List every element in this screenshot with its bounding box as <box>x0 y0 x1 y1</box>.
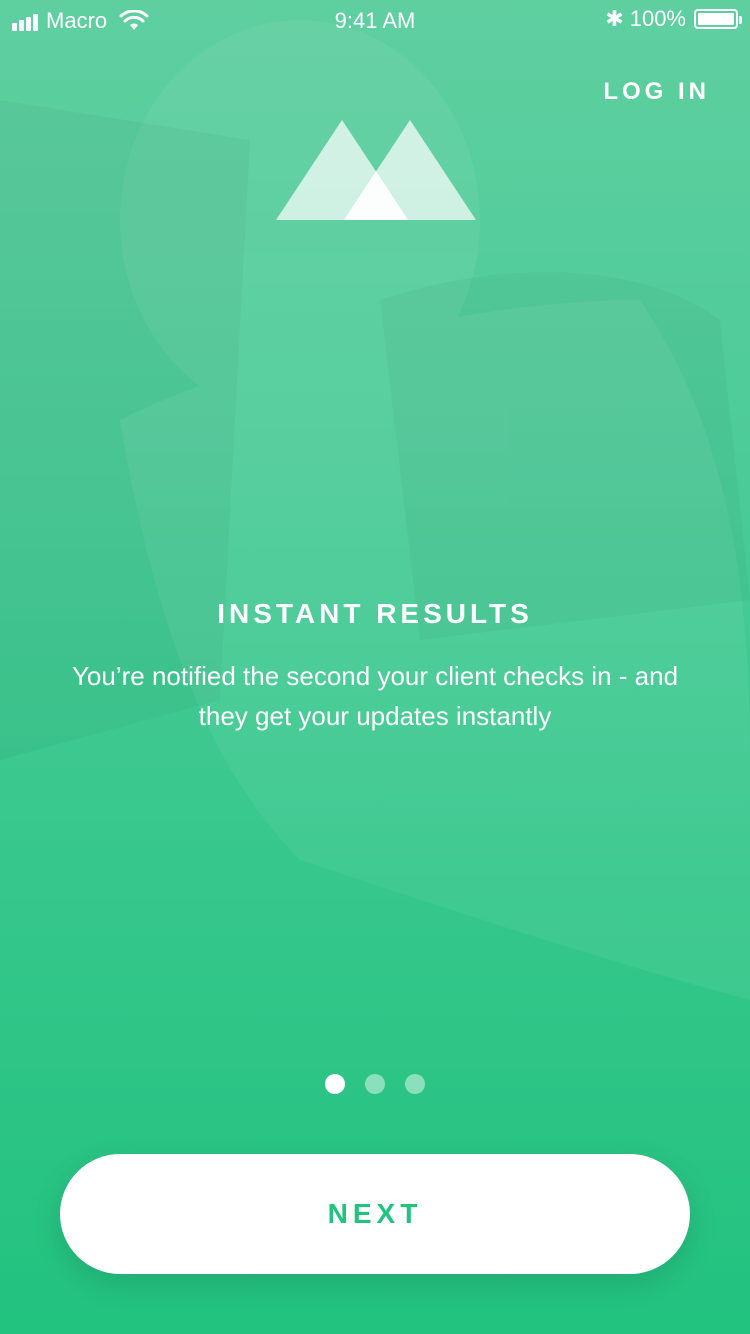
battery-icon <box>694 9 742 29</box>
battery-percentage: 100% <box>629 6 686 31</box>
status-right: ✱ 100% <box>605 6 742 32</box>
onboarding-title: INSTANT RESULTS <box>217 598 533 629</box>
page-indicator <box>0 1074 750 1094</box>
onboarding-screen: Macro 9:41 AM ✱ 100% LOG IN INSTANT RESU… <box>0 0 750 1334</box>
status-bar: Macro 9:41 AM ✱ 100% <box>0 0 750 40</box>
onboarding-description: You’re notified the second your client c… <box>71 661 679 731</box>
page-dot-3[interactable] <box>405 1074 425 1094</box>
next-button[interactable]: NEXT <box>60 1154 690 1274</box>
page-dot-2[interactable] <box>365 1074 385 1094</box>
bluetooth-icon: ✱ <box>605 6 624 31</box>
page-dot-1[interactable] <box>325 1074 345 1094</box>
mountain-logo-icon <box>276 120 476 220</box>
login-button[interactable]: LOG IN <box>603 78 710 106</box>
